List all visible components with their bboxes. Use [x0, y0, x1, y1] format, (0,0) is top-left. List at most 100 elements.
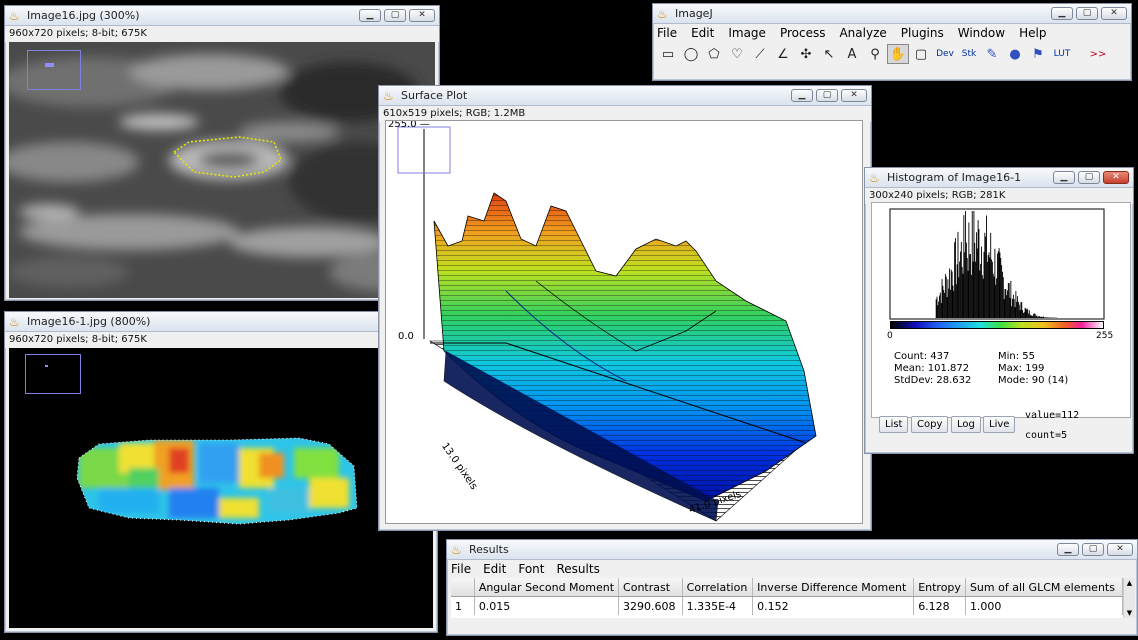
maximize-button[interactable]: ▢: [816, 89, 838, 102]
menu-process[interactable]: Process: [780, 26, 826, 40]
window-title: Results: [469, 543, 509, 556]
stat-min: Min: 55: [998, 351, 1036, 362]
minimize-button[interactable]: ▁: [359, 9, 381, 22]
maximize-button[interactable]: ▢: [1078, 171, 1100, 184]
brush-icon[interactable]: ✎: [981, 44, 1003, 64]
live-button[interactable]: Live: [983, 416, 1016, 433]
drop-icon[interactable]: ●: [1004, 44, 1026, 64]
table-row[interactable]: 1 0.015 3290.608 1.335E-4 0.152 6.128 1.…: [451, 596, 1123, 615]
menu-window[interactable]: Window: [958, 26, 1005, 40]
menu-file[interactable]: File: [657, 26, 677, 40]
multipoint-icon[interactable]: ✣: [795, 44, 817, 64]
cell-idm: 0.152: [752, 596, 915, 615]
menu-edit[interactable]: Edit: [691, 26, 714, 40]
count-readout: count=5: [1025, 430, 1068, 441]
dev-menu-button[interactable]: Dev: [933, 44, 957, 64]
maximize-button[interactable]: ▢: [1082, 543, 1104, 556]
hand-icon[interactable]: ✋: [887, 44, 909, 64]
maximize-button[interactable]: ▢: [384, 9, 406, 22]
histogram-titlebar[interactable]: ♨ Histogram of Image16-1 ▁ ▢ ✕: [865, 168, 1133, 188]
navigator-rect[interactable]: [27, 50, 81, 90]
close-button[interactable]: ✕: [1107, 543, 1133, 556]
line-icon[interactable]: ⟋: [749, 44, 771, 64]
stat-count: Count: 437: [894, 351, 950, 362]
magnifier-icon[interactable]: ⚲: [864, 44, 886, 64]
histogram-panel: 0 255 Count: 437 Mean: 101.872 StdDev: 2…: [871, 202, 1131, 418]
text-icon[interactable]: A: [841, 44, 863, 64]
menu-font[interactable]: Font: [518, 562, 544, 576]
list-button[interactable]: List: [879, 416, 909, 433]
image16-titlebar[interactable]: ♨ Image16.jpg (300%) ▁ ▢ ✕: [5, 6, 439, 26]
col-contrast[interactable]: Contrast: [618, 578, 683, 597]
close-button[interactable]: ✕: [1103, 171, 1129, 184]
close-button[interactable]: ✕: [841, 89, 867, 102]
col-asm[interactable]: Angular Second Moment: [474, 578, 620, 597]
col-sum-glcm[interactable]: Sum of all GLCM elements: [965, 578, 1123, 597]
cell-correlation: 1.335E-4: [682, 596, 754, 615]
cell-index: 1: [451, 596, 475, 615]
imagej-microscope-icon: ♨: [9, 314, 20, 329]
maximize-button[interactable]: ▢: [1076, 7, 1098, 20]
menu-file[interactable]: File: [451, 562, 471, 576]
wand-icon[interactable]: ↖: [818, 44, 840, 64]
cell-sum-glcm: 1.000: [965, 596, 1123, 615]
image16-canvas[interactable]: [9, 42, 435, 298]
col-correlation[interactable]: Correlation: [682, 578, 754, 597]
minimize-button[interactable]: ▁: [1053, 171, 1075, 184]
log-button[interactable]: Log: [951, 416, 981, 433]
z-max-label: 255.0 —: [388, 120, 430, 130]
menu-results[interactable]: Results: [556, 562, 599, 576]
window-title: Surface Plot: [401, 89, 468, 102]
stat-stddev: StdDev: 28.632: [894, 375, 972, 386]
minimize-button[interactable]: ▁: [1051, 7, 1073, 20]
stk-menu-button[interactable]: Stk: [958, 44, 980, 64]
dropper-icon[interactable]: ▢: [910, 44, 932, 64]
freehand-icon[interactable]: ♡: [726, 44, 748, 64]
window-title: Image16.jpg (300%): [27, 9, 140, 22]
scroll-up-icon[interactable]: ▲: [1124, 578, 1135, 588]
minimize-button[interactable]: ▁: [1057, 543, 1079, 556]
menu-analyze[interactable]: Analyze: [839, 26, 886, 40]
menu-image[interactable]: Image: [728, 26, 766, 40]
scroll-down-icon[interactable]: ▼: [1124, 608, 1135, 618]
cell-asm: 0.015: [474, 596, 620, 615]
imagej-main-window: ♨ ImageJ ▁ ▢ ✕ File Edit Image Process A…: [652, 3, 1132, 81]
surface-plot-canvas[interactable]: 255.0 — 0.0 13.0 pixels 41.0 pixels: [385, 120, 863, 524]
navigator-rect[interactable]: [25, 354, 81, 394]
menu-help[interactable]: Help: [1019, 26, 1046, 40]
angle-icon[interactable]: ∠: [772, 44, 794, 64]
imagej-toolbar: ▭ ◯ ⬠ ♡ ⟋ ∠ ✣ ↖ A ⚲ ✋ ▢ Dev Stk ✎ ● ⚑ LU…: [653, 42, 1131, 66]
image16-1-titlebar[interactable]: ♨ Image16-1.jpg (800%) ▁ ▢: [5, 312, 437, 332]
menu-edit[interactable]: Edit: [483, 562, 506, 576]
value-readout: value=112: [1025, 410, 1080, 421]
cell-contrast: 3290.608: [618, 596, 683, 615]
pin-icon[interactable]: ⚑: [1027, 44, 1049, 64]
imagej-microscope-icon: ♨: [9, 8, 20, 23]
image16-1-canvas[interactable]: [9, 348, 433, 628]
lut-menu-button[interactable]: LUT: [1050, 44, 1074, 64]
col-entropy[interactable]: Entropy: [913, 578, 966, 597]
window-title: Image16-1.jpg (800%): [27, 315, 151, 328]
close-button[interactable]: ✕: [409, 9, 435, 22]
vertical-scrollbar[interactable]: ▲ ▼: [1123, 578, 1135, 618]
polygon-icon[interactable]: ⬠: [703, 44, 725, 64]
window-title: Histogram of Image16-1: [887, 171, 1022, 184]
window-title: ImageJ: [675, 7, 713, 20]
more-tools-button[interactable]: >>: [1087, 44, 1109, 64]
image-info: 960x720 pixels; 8-bit; 675K: [5, 26, 439, 42]
close-button[interactable]: ✕: [1101, 7, 1127, 20]
col-index[interactable]: [451, 578, 475, 597]
col-idm[interactable]: Inverse Difference Moment: [752, 578, 915, 597]
histogram-window: ♨ Histogram of Image16-1 ▁ ▢ ✕ 300x240 p…: [864, 167, 1134, 454]
rectangle-icon[interactable]: ▭: [657, 44, 679, 64]
minimize-button[interactable]: ▁: [791, 89, 813, 102]
copy-button[interactable]: Copy: [911, 416, 949, 433]
imagej-titlebar[interactable]: ♨ ImageJ ▁ ▢ ✕: [653, 4, 1131, 24]
oval-icon[interactable]: ◯: [680, 44, 702, 64]
menu-plugins[interactable]: Plugins: [901, 26, 944, 40]
results-titlebar[interactable]: ♨ Results ▁ ▢ ✕: [447, 540, 1137, 560]
surface-plot-titlebar[interactable]: ♨ Surface Plot ▁ ▢ ✕: [379, 86, 871, 106]
results-menubar: File Edit Font Results: [447, 560, 1137, 578]
image-info: 960x720 pixels; 8-bit; 675K: [5, 332, 437, 348]
axis-min-label: 0: [887, 331, 893, 341]
